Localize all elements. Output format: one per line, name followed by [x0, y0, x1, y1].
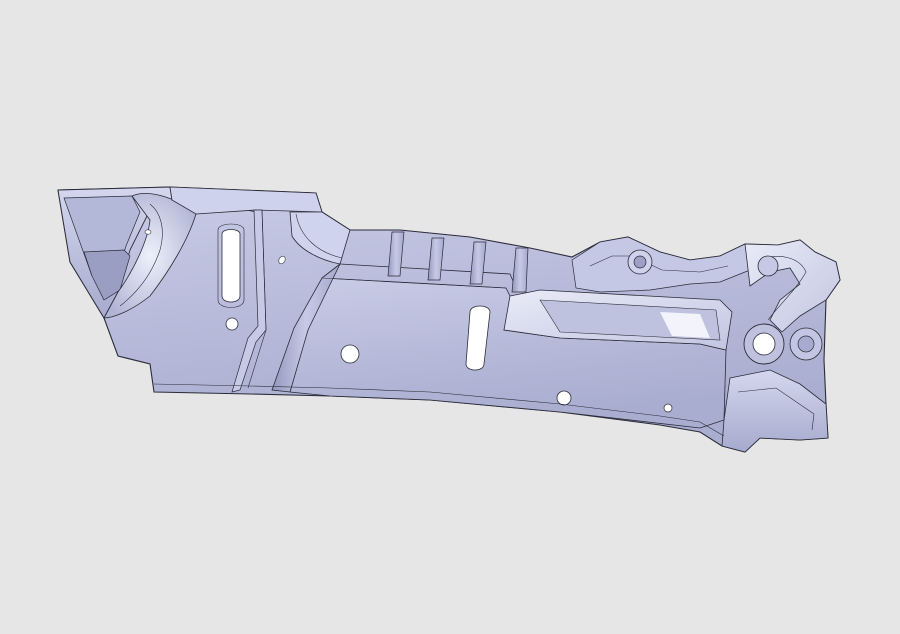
left-panel-slot [221, 229, 241, 303]
channel-hole-small [663, 403, 673, 413]
mount-boss-upper-inner [633, 255, 647, 269]
mount-boss-small-inner [797, 335, 815, 353]
corner-pilot-hole [144, 229, 152, 235]
cad-viewport[interactable] [0, 0, 900, 634]
sheet-metal-part-render [57, 186, 841, 453]
mount-boss-top-right [757, 255, 779, 277]
top-flange-strip [169, 186, 323, 215]
channel-hole-bottom [556, 390, 572, 406]
mount-boss-large-hole [752, 332, 776, 356]
channel-hole-left [340, 344, 360, 364]
left-panel-round-hole [225, 317, 239, 331]
